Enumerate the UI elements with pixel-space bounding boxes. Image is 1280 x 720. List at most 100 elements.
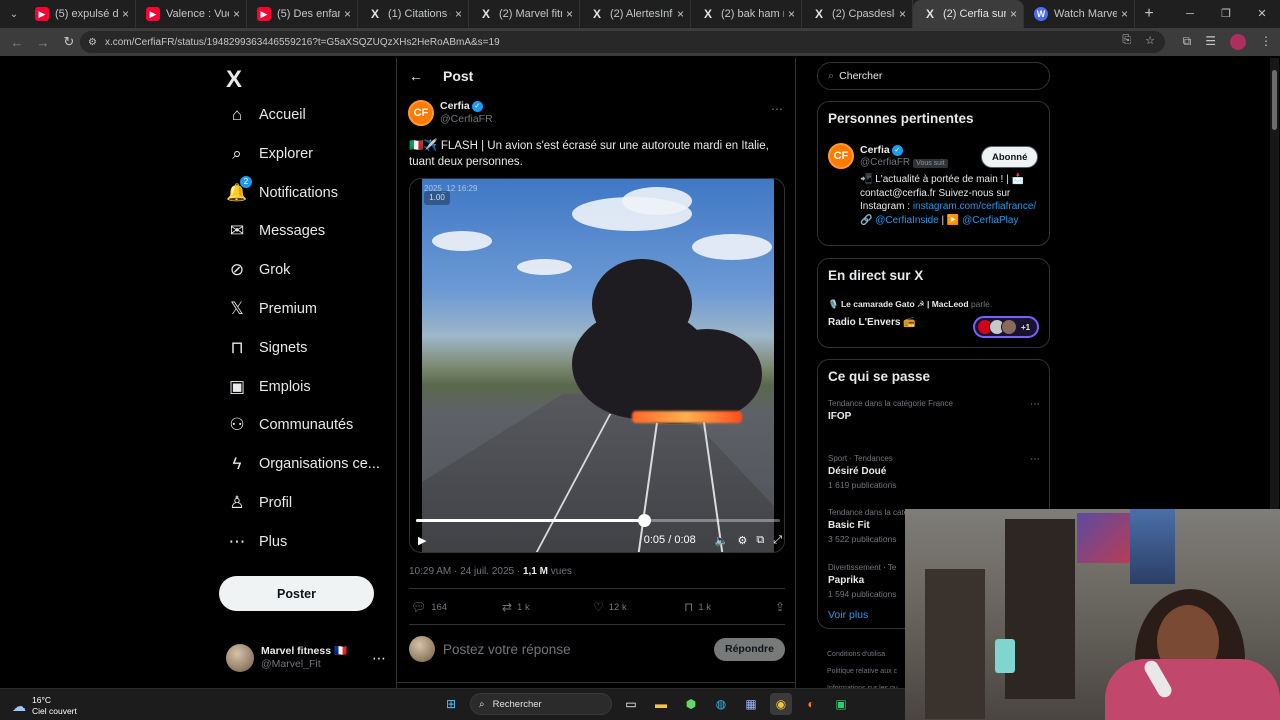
nav-item-x-premium[interactable]: 𝕏 Premium	[220, 291, 317, 327]
nav-item-briefcase[interactable]: ▣ Emplois	[220, 369, 311, 405]
browser-tab[interactable]: X (2) AlertesInfos s ×	[580, 0, 691, 28]
xbox-icon[interactable]: ⬢	[680, 693, 702, 715]
bookmark-star-icon[interactable]: ☆	[1145, 34, 1155, 47]
tab-close-icon[interactable]: ×	[455, 7, 462, 21]
browser-tab[interactable]: ▶ (5) expulsé d'un v ×	[25, 0, 136, 28]
cerfia-avatar[interactable]: CF	[408, 100, 434, 126]
weather-widget[interactable]: ☁ 16°C Ciel couvert	[12, 695, 77, 717]
post-more-icon[interactable]: ⋯	[771, 102, 783, 116]
browser-tab[interactable]: X (2) Marvel fitness ×	[469, 0, 580, 28]
tab-close-icon[interactable]: ×	[233, 7, 240, 21]
nav-item-bookmark[interactable]: ⊓ Signets	[220, 330, 307, 366]
browser-tab[interactable]: X (2) Cerfia sur X : ×	[913, 0, 1024, 28]
author-handle[interactable]: @CerfiaFR	[440, 113, 493, 126]
search-input[interactable]: ⌕ Chercher	[817, 62, 1050, 90]
video-frame[interactable]: 2025_12 16:29 1.00	[422, 179, 774, 552]
nav-item-lightning[interactable]: ϟ Organisations ce...	[220, 446, 380, 482]
post-video[interactable]: 2025_12 16:29 1.00 ▶ 0:05 / 0:08 🔈 ⚙ ⧉ ⤢	[409, 178, 785, 553]
tab-search-chevron-icon[interactable]: ⌄	[3, 3, 25, 25]
tab-close-icon[interactable]: ×	[788, 7, 795, 21]
profile-avatar-icon[interactable]	[1230, 34, 1246, 50]
nav-item-people[interactable]: ⚇ Communautés	[220, 407, 353, 443]
video-progress-knob[interactable]	[637, 514, 651, 527]
browser-tab[interactable]: X (2) bak ham noy s ×	[691, 0, 802, 28]
back-icon[interactable]: ←	[4, 35, 30, 50]
author-name[interactable]: Cerfia	[440, 100, 470, 112]
legal-link[interactable]: Conditions d'utilisa	[827, 646, 898, 663]
address-bar[interactable]: ⚙ x.com/CerfiaFR/status/1948299363446559…	[80, 31, 1165, 53]
tab-close-icon[interactable]: ×	[122, 7, 129, 21]
browser-tab[interactable]: ▶ Valence : Vueling ×	[136, 0, 247, 28]
app-icon[interactable]: ▣	[830, 693, 852, 715]
browser-menu-icon[interactable]: ⋮	[1260, 34, 1272, 50]
reply-input[interactable]: Postez votre réponse	[443, 642, 571, 657]
post-date[interactable]: 10:29 AM · 24 juil. 2025 ·	[409, 566, 523, 577]
following-button[interactable]: Abonné	[981, 146, 1039, 168]
tab-close-icon[interactable]: ×	[1010, 7, 1017, 21]
account-more-icon[interactable]: ⋯	[372, 650, 386, 667]
site-info-icon[interactable]: ⚙	[88, 37, 97, 48]
bio-link-instagram[interactable]: instagram.com/cerfiafrance/	[913, 201, 1036, 212]
bio-link-cerfiaplay[interactable]: @CerfiaPlay	[962, 215, 1018, 226]
post-author[interactable]: CF Cerfia ✓ @CerfiaFR	[408, 100, 493, 126]
relevant-name[interactable]: Cerfia	[860, 144, 890, 156]
nav-item-search[interactable]: ⌕ Explorer	[220, 136, 313, 172]
legal-link[interactable]: Politique relative aux c	[827, 663, 898, 680]
video-progress-bar[interactable]	[416, 514, 780, 527]
windows-start-icon[interactable]: ⊞	[440, 693, 462, 715]
nav-item-grok[interactable]: ⊘ Grok	[220, 252, 291, 288]
nav-item-mail[interactable]: ✉ Messages	[220, 213, 325, 249]
share-icon[interactable]: ⇪	[775, 600, 785, 614]
relevant-name-row[interactable]: Cerfia ✓	[860, 144, 903, 156]
trend-more-icon[interactable]: ⋯	[1030, 399, 1040, 410]
forward-icon[interactable]: →	[30, 35, 56, 50]
store-icon[interactable]: ▦	[740, 693, 762, 715]
tab-close-icon[interactable]: ×	[566, 7, 573, 21]
browser-tab[interactable]: W Watch Marvel ×	[1024, 0, 1135, 28]
like-action[interactable]: ♡ 12 k	[593, 600, 684, 614]
nav-item-user[interactable]: ♙ Profil	[220, 485, 292, 521]
bookmark-action[interactable]: ⊓ 1 k	[684, 600, 775, 614]
cerfia-avatar[interactable]: CF	[828, 143, 854, 169]
live-listeners-pill[interactable]: +1	[973, 316, 1039, 338]
trend-item[interactable]: Tendance dans la catégorie France IFOP ⋯	[828, 399, 1040, 422]
firefox-icon[interactable]: ◐	[800, 693, 822, 715]
nav-item-more-circle[interactable]: ⋯ Plus	[220, 524, 288, 560]
relevant-handle[interactable]: @CerfiaFR	[860, 157, 910, 168]
chrome-icon[interactable]: ◉	[770, 693, 792, 715]
nav-item-home[interactable]: ⌂ Accueil	[220, 97, 306, 133]
scrollbar-thumb[interactable]	[1272, 70, 1277, 130]
browser-tab[interactable]: ▶ (5) Des enfants e ×	[247, 0, 358, 28]
live-room-title[interactable]: Radio L'Envers 📻	[828, 317, 916, 328]
restore-icon[interactable]: ❐	[1208, 0, 1244, 28]
pip-icon[interactable]: ⧉	[756, 534, 764, 547]
extensions-icon[interactable]: ⧉	[1183, 34, 1192, 50]
tab-close-icon[interactable]: ×	[1121, 7, 1128, 21]
minimize-icon[interactable]: ─	[1172, 0, 1208, 28]
nav-item-bell[interactable]: 🔔 2 Notifications	[220, 175, 338, 211]
tab-close-icon[interactable]: ×	[677, 7, 684, 21]
browser-tab[interactable]: X (2) Cpasdeslol su ×	[802, 0, 913, 28]
trend-item[interactable]: Sport · Tendances Désiré Doué 1 619 public…	[828, 454, 1040, 490]
post-button[interactable]: Poster	[219, 576, 374, 611]
file-explorer-icon[interactable]: ▬	[650, 693, 672, 715]
tab-close-icon[interactable]: ×	[344, 7, 351, 21]
play-icon[interactable]: ▶	[418, 534, 426, 547]
edge-icon[interactable]: ◍	[710, 693, 732, 715]
account-switcher[interactable]: Marvel fitness 🇫🇷 @Marvel_Fit ⋯	[226, 640, 386, 676]
volume-icon[interactable]: 🔈	[715, 534, 729, 547]
show-more-link[interactable]: Voir plus	[828, 609, 868, 621]
taskbar-search[interactable]: ⌕ Rechercher	[470, 693, 612, 715]
tab-close-icon[interactable]: ×	[899, 7, 906, 21]
reload-icon[interactable]: ↻	[56, 34, 82, 50]
trend-more-icon[interactable]: ⋯	[1030, 454, 1040, 465]
task-view-icon[interactable]: ▭	[620, 693, 642, 715]
live-card[interactable]: En direct sur X 🎙️ Le camarade Gato ☭ | …	[817, 258, 1050, 348]
fullscreen-icon[interactable]: ⤢	[773, 534, 782, 547]
x-logo-icon[interactable]: X	[226, 66, 242, 94]
new-tab-button[interactable]: +	[1135, 5, 1163, 23]
close-window-icon[interactable]: ✕	[1244, 0, 1280, 28]
bio-link-cerfiainside[interactable]: @CerfiaInside	[875, 215, 939, 226]
install-app-icon[interactable]: ⎘	[1122, 34, 1131, 47]
back-arrow-icon[interactable]: ←	[409, 68, 423, 84]
